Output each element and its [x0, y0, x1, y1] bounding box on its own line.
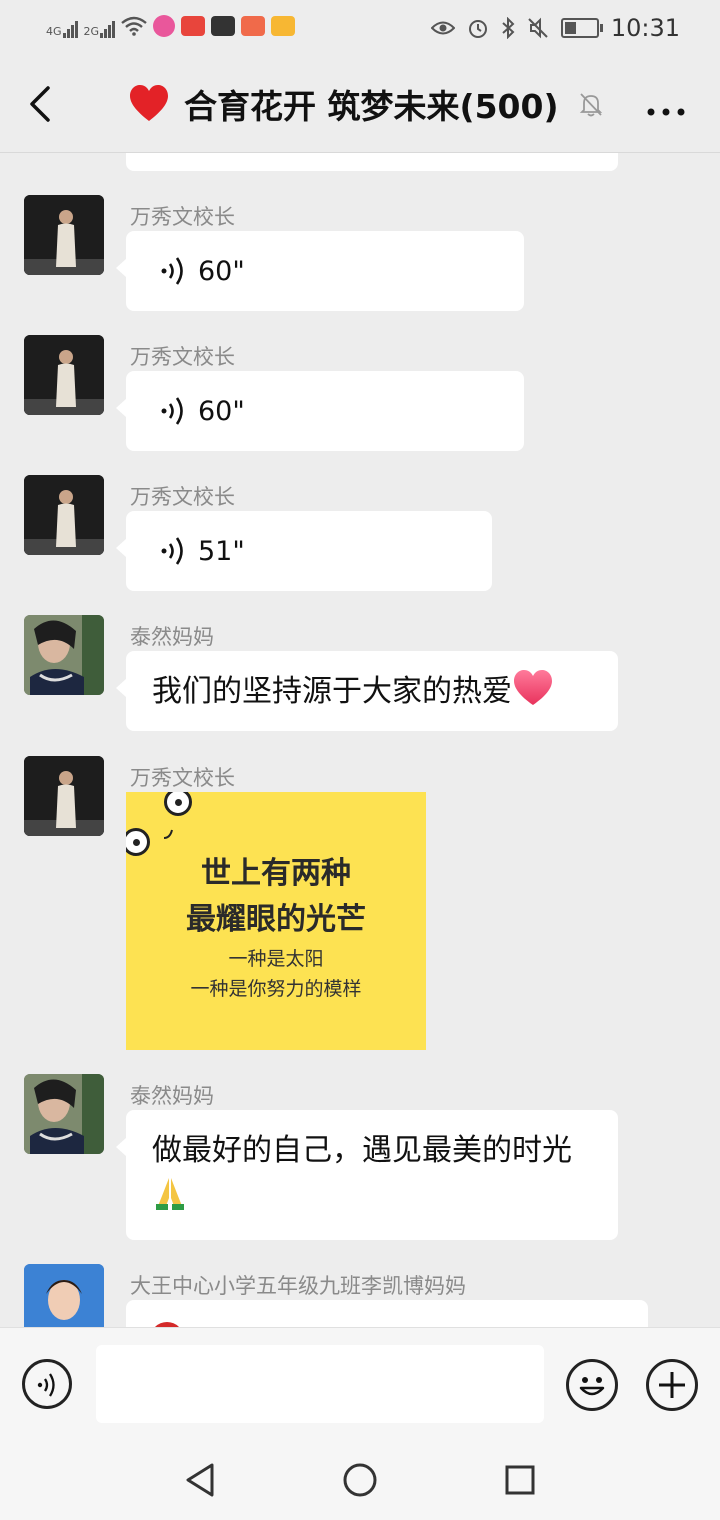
signal-2-icon: 2G [84, 14, 116, 38]
capcut-app-icon [211, 16, 236, 36]
clock: 10:31 [610, 14, 680, 42]
avatar[interactable] [24, 475, 104, 555]
sender-name: 万秀文校长 [130, 205, 235, 229]
more-dots-icon [647, 108, 685, 116]
chevron-left-icon [30, 86, 50, 122]
nav-home-button[interactable] [342, 1462, 378, 1498]
avatar[interactable] [24, 335, 104, 415]
cartoon-mouth-icon [163, 829, 173, 839]
avatar-photo [24, 756, 104, 836]
wifi-icon [121, 16, 147, 36]
status-bar: 4G 2G 10:31 [0, 0, 720, 56]
group-title: 合育花开 筑梦未来(500) [184, 87, 559, 126]
partial-message-bubble[interactable] [126, 1300, 648, 1327]
eye-comfort-icon [430, 21, 455, 35]
message-input[interactable] [96, 1345, 544, 1423]
battery-level [564, 22, 576, 34]
voice-message-content: 51" [160, 535, 245, 567]
pray-emoji-icon [156, 1178, 184, 1210]
message-text-wrap: 我们的坚持源于大家的热爱 [152, 669, 592, 715]
avatar-photo [24, 335, 104, 415]
voice-duration: 51" [198, 535, 245, 567]
battery-icon [560, 18, 603, 38]
emoji-button[interactable] [566, 1359, 618, 1411]
chat-title-area: 合育花开 筑梦未来(500) [128, 80, 605, 128]
avatar[interactable] [24, 756, 104, 836]
avatar-photo [24, 195, 104, 275]
news-app-icon [241, 16, 266, 36]
bluetooth-icon [502, 17, 515, 39]
avatar-photo [24, 615, 104, 695]
avatar-photo [24, 1264, 104, 1327]
heart-emoji-icon [514, 670, 552, 705]
sender-name: 泰然妈妈 [130, 1084, 214, 1108]
cartoon-eye-icon [164, 792, 192, 816]
nav-recents-button[interactable] [504, 1464, 536, 1496]
voice-message-content: 60" [160, 395, 245, 427]
voice-input-button[interactable] [22, 1359, 72, 1409]
sender-name: 泰然妈妈 [130, 625, 214, 649]
alarm-icon [468, 20, 487, 38]
message-text: 做最好的自己，遇见最美的时光 [152, 1133, 572, 1168]
avatar[interactable] [24, 615, 104, 695]
voice-message-bubble[interactable]: 51" [116, 511, 492, 591]
app-notification-icon [153, 15, 176, 37]
chat-header: 合育花开 筑梦未来(500) [0, 56, 720, 153]
image-text-line: 世上有两种 [201, 856, 351, 891]
heart-emoji-icon [130, 85, 168, 121]
voice-message-bubble[interactable]: 60" [116, 231, 524, 311]
more-functions-button[interactable] [646, 1359, 698, 1411]
sender-name: 万秀文校长 [130, 766, 235, 790]
network-type-2: 2G [83, 25, 100, 38]
avatar[interactable] [24, 1264, 104, 1327]
voice-wave-icon [161, 397, 183, 425]
chat-input-bar [0, 1327, 720, 1441]
image-message[interactable]: 世上有两种 最耀眼的光芒 一种是太阳 一种是你努力的模样 [126, 792, 426, 1050]
mute-bell-icon [579, 93, 602, 117]
avatar[interactable] [24, 195, 104, 275]
toutiao-app-icon [181, 16, 206, 36]
signal-1-icon: 4G [46, 14, 78, 38]
previous-message-bubble[interactable] [126, 153, 618, 171]
status-right: 10:31 [430, 14, 680, 42]
voice-wave-icon [161, 257, 183, 285]
text-message-bubble[interactable]: 做最好的自己，遇见最美的时光 [116, 1110, 618, 1240]
voice-duration: 60" [198, 255, 245, 287]
avatar-photo [24, 1074, 104, 1154]
sender-name: 万秀文校长 [130, 485, 235, 509]
status-left: 4G 2G [46, 14, 296, 38]
avatar[interactable] [24, 1074, 104, 1154]
back-button[interactable] [24, 82, 64, 126]
message-text-wrap: 做最好的自己，遇见最美的时光 [152, 1128, 592, 1220]
network-type-1: 4G [46, 25, 62, 38]
system-nav-bar [0, 1440, 720, 1520]
voice-message-bubble[interactable]: 60" [116, 371, 524, 451]
chat-message-list[interactable]: 万秀文校长 60" 万秀文校长 60" 万秀文校长 51" 泰然妈妈 我们的坚持… [0, 153, 720, 1327]
voice-message-content: 60" [160, 255, 245, 287]
voice-icon [37, 1373, 55, 1397]
image-text-line: 一种是太阳 [228, 948, 324, 970]
orange-app-icon [271, 16, 296, 36]
avatar-photo [24, 475, 104, 555]
text-message-bubble[interactable]: 我们的坚持源于大家的热爱 [116, 651, 618, 731]
plus-icon [659, 1372, 685, 1398]
voice-duration: 60" [198, 395, 245, 427]
image-text-line: 最耀眼的光芒 [186, 902, 366, 937]
sender-name: 万秀文校长 [130, 345, 235, 369]
message-text: 我们的坚持源于大家的热爱 [152, 674, 512, 709]
smiley-icon [579, 1377, 605, 1396]
sender-name: 大王中心小学五年级九班李凯博妈妈 [130, 1274, 466, 1298]
image-text-line: 一种是你努力的模样 [190, 978, 362, 1000]
silent-mode-icon [528, 17, 548, 39]
more-options-button[interactable] [646, 90, 686, 125]
voice-wave-icon [161, 537, 183, 565]
nav-back-button[interactable] [184, 1462, 216, 1498]
